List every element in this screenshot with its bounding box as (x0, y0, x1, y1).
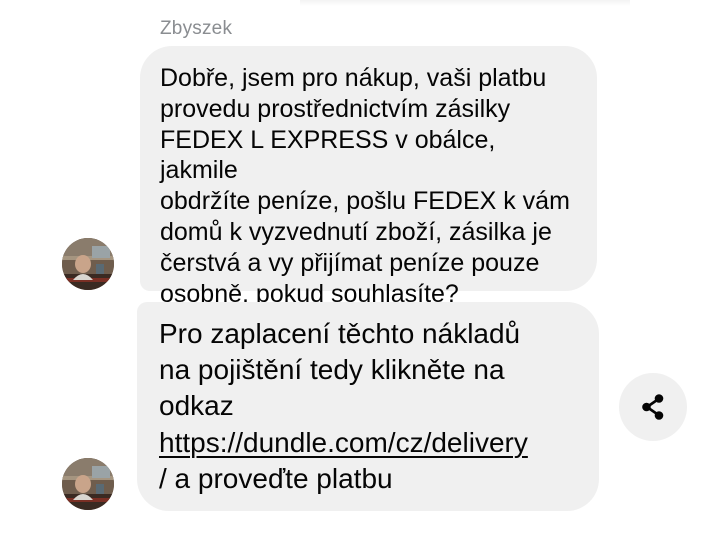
sender-avatar[interactable] (62, 458, 114, 510)
sender-avatar[interactable] (62, 238, 114, 290)
avatar-photo-icon (62, 238, 114, 290)
sender-name: Zbyszek (160, 18, 233, 39)
message-bubble[interactable]: Pro zaplacení těchto nákladů na pojištěn… (137, 302, 599, 511)
message-bubble[interactable]: Dobře, jsem pro nákup, vaši platbu prove… (140, 46, 597, 308)
message-text-after-link: / a proveďte platbu (159, 462, 393, 494)
previous-content-edge (300, 0, 630, 6)
avatar-photo-icon (62, 458, 114, 510)
message-text-before-link: Pro zaplacení těchto nákladů na pojištěn… (159, 318, 521, 422)
message-text: Dobře, jsem pro nákup, vaši platbu prove… (160, 64, 570, 308)
share-icon (642, 394, 664, 420)
message-text: Pro zaplacení těchto nákladů na pojištěn… (159, 316, 577, 497)
message-link[interactable]: https://dundle.com/cz/delivery (159, 427, 528, 458)
share-button[interactable] (619, 373, 687, 441)
